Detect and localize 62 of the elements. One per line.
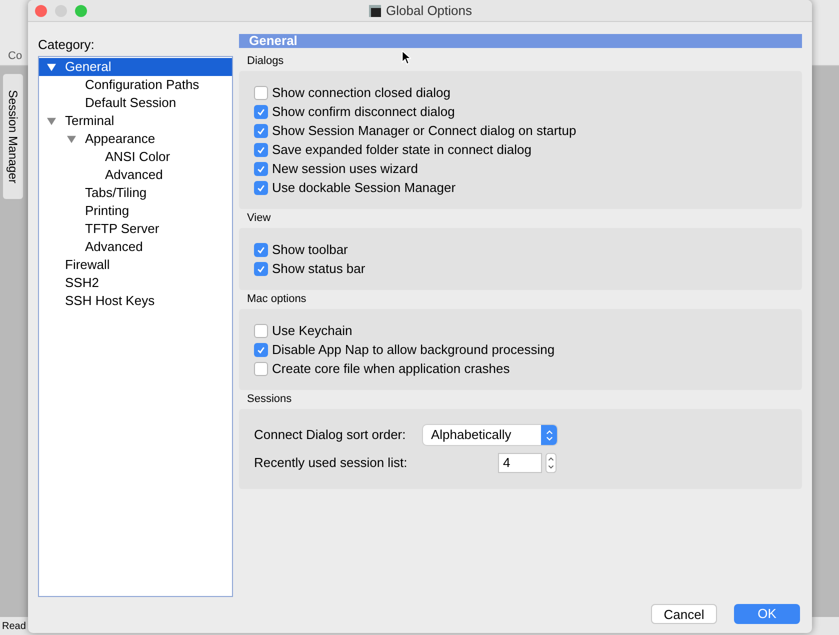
- status-text: Read: [1, 620, 26, 634]
- category-label: Category:: [38, 36, 96, 54]
- checkbox[interactable]: [254, 104, 268, 118]
- expanded-triangle-icon[interactable]: [67, 134, 76, 144]
- tree-item[interactable]: SSH2: [39, 274, 232, 292]
- sort-order-dropdown[interactable]: Alphabetically: [423, 425, 557, 445]
- checkbox[interactable]: [254, 180, 268, 194]
- updown-chevron-icon: [546, 430, 552, 440]
- tree-item[interactable]: Configuration Paths: [39, 76, 232, 94]
- checkbox-label: Use Keychain: [272, 322, 352, 340]
- tree-item[interactable]: General: [39, 58, 232, 76]
- section-label: Dialogs: [246, 54, 284, 70]
- checkbox-label: Show status bar: [272, 260, 366, 278]
- checkbox[interactable]: [254, 324, 268, 338]
- zoom-button[interactable]: [75, 5, 87, 17]
- ok-button[interactable]: OK: [734, 604, 800, 624]
- checkbox[interactable]: [254, 342, 268, 356]
- section-label: Mac options: [246, 292, 306, 308]
- tree-item[interactable]: Terminal: [39, 112, 232, 130]
- window-icon: [368, 4, 382, 18]
- checkbox-label: Use dockable Session Manager: [272, 178, 456, 197]
- checkbox-label: Show toolbar: [272, 240, 348, 259]
- checkbox-label: Save expanded folder state in connect dialog: [272, 140, 532, 159]
- tree-item[interactable]: Default Session: [39, 94, 232, 112]
- mouse-cursor-icon: [401, 50, 411, 65]
- tree-item[interactable]: Printing: [39, 202, 232, 220]
- tree-item[interactable]: Appearance: [39, 130, 232, 148]
- session-list-label: Recently used session list:: [254, 454, 408, 472]
- sort-order-label: Connect Dialog sort order:: [254, 426, 407, 444]
- checkbox[interactable]: [254, 242, 268, 256]
- checkbox[interactable]: [254, 142, 268, 156]
- session-manager-tab[interactable]: Session Manager: [3, 74, 23, 199]
- section-label: Sessions: [246, 392, 292, 408]
- section-label: View: [246, 211, 271, 226]
- close-button[interactable]: [35, 5, 47, 17]
- checkbox[interactable]: [254, 162, 268, 176]
- tree-item[interactable]: Advanced: [39, 166, 232, 184]
- checkbox-label: Create core file when application crashes: [272, 360, 510, 378]
- window-title: Global Options: [386, 2, 472, 20]
- tree-item[interactable]: Firewall: [39, 256, 232, 274]
- checkbox-label: Show confirm disconnect dialog: [272, 102, 455, 121]
- checkbox[interactable]: [254, 86, 268, 100]
- stepper-icon[interactable]: [545, 453, 557, 473]
- checkbox-label: Show connection closed dialog: [272, 84, 451, 102]
- expanded-triangle-icon[interactable]: [47, 116, 56, 126]
- tree-item[interactable]: Advanced: [39, 238, 232, 256]
- tree-item[interactable]: Tabs/Tiling: [39, 184, 232, 202]
- checkbox-label: New session uses wizard: [272, 160, 418, 178]
- session-count-field[interactable]: 4: [498, 453, 542, 473]
- panel-header: General: [239, 34, 802, 48]
- tree-item[interactable]: SSH Host Keys: [39, 292, 232, 310]
- checkbox[interactable]: [254, 262, 268, 276]
- checkbox-label: Show Session Manager or Connect dialog on startup: [272, 122, 576, 140]
- cancel-button[interactable]: Cancel: [651, 604, 717, 624]
- check-icon: [256, 344, 266, 354]
- expanded-triangle-icon[interactable]: [47, 62, 56, 72]
- tree-item[interactable]: ANSI Color: [39, 148, 232, 166]
- tree-item[interactable]: TFTP Server: [39, 220, 232, 238]
- checkbox-label: Disable App Nap to allow background processing: [272, 340, 555, 359]
- checkbox[interactable]: [254, 124, 268, 138]
- checkbox[interactable]: [254, 362, 268, 376]
- toolbar-label: Co: [8, 49, 22, 64]
